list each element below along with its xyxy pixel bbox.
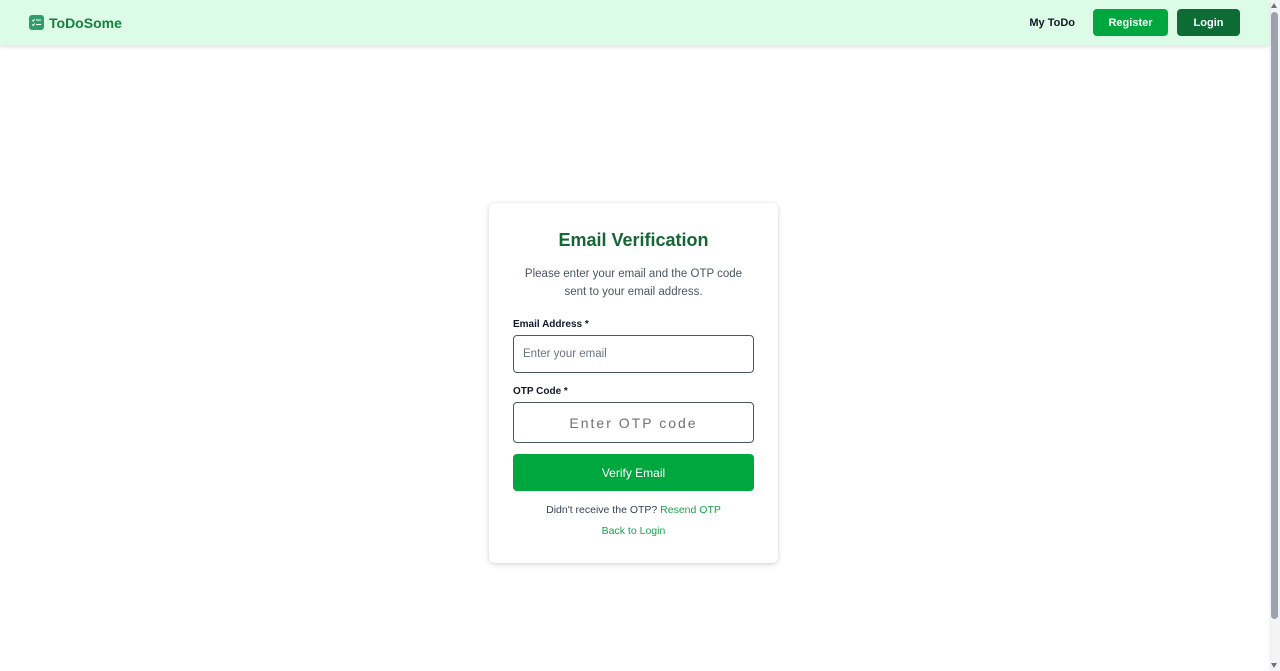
email-label: Email Address * [513, 319, 589, 330]
login-button[interactable]: Login [1177, 9, 1240, 36]
scroll-down-arrow-icon[interactable] [1271, 663, 1277, 668]
nav-link-my-todo[interactable]: My ToDo [1029, 17, 1075, 29]
verification-card: Email Verification Please enter your ema… [489, 203, 778, 563]
resend-prompt: Didn't receive the OTP? [546, 504, 658, 516]
resend-row: Didn't receive the OTP? Resend OTP [489, 504, 778, 516]
scroll-thumb[interactable] [1271, 12, 1278, 619]
register-button[interactable]: Register [1093, 9, 1168, 36]
brand-name: ToDoSome [49, 14, 122, 31]
nav-menu: My ToDo Register Login [1029, 9, 1240, 36]
back-row: Back to Login [489, 525, 778, 537]
page: ToDoSome My ToDo Register Login Email Ve… [0, 0, 1280, 671]
scroll-up-arrow-icon[interactable] [1271, 3, 1277, 8]
verify-email-button[interactable]: Verify Email [513, 454, 754, 491]
back-to-login-link[interactable]: Back to Login [602, 525, 666, 537]
navbar: ToDoSome My ToDo Register Login [0, 0, 1269, 45]
otp-input[interactable] [513, 402, 754, 443]
card-subtitle: Please enter your email and the OTP code… [524, 268, 743, 298]
brand-logo[interactable]: ToDoSome [29, 15, 122, 31]
resend-otp-link[interactable]: Resend OTP [660, 504, 721, 516]
card-title: Email Verification [558, 230, 709, 250]
vertical-scrollbar[interactable] [1269, 0, 1280, 671]
email-input[interactable] [513, 335, 754, 373]
checklist-icon [29, 15, 44, 30]
otp-label: OTP Code * [513, 386, 568, 397]
